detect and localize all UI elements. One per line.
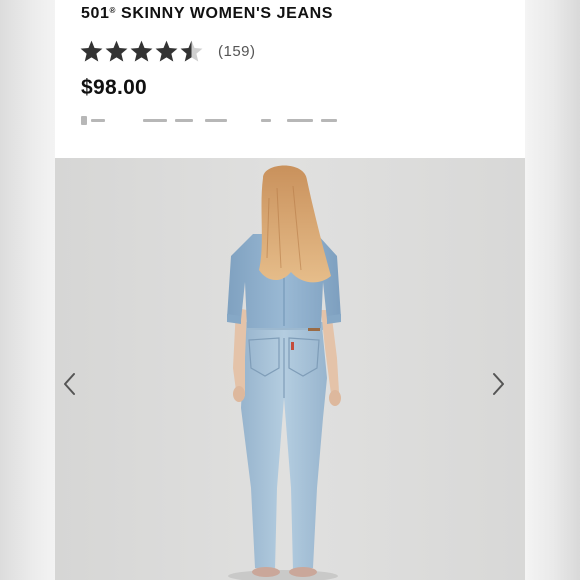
star-icon: [80, 40, 103, 61]
rating[interactable]: (159): [79, 38, 256, 64]
star-icon: [130, 40, 153, 61]
product-card: 501® SKINNY WOMEN'S JEANS (159) $98.00: [55, 0, 525, 580]
chevron-left-icon[interactable]: [61, 372, 79, 396]
left-margin: [0, 0, 55, 580]
product-image[interactable]: [55, 158, 525, 580]
blurred-text-line: [81, 116, 337, 126]
star-icon: [105, 40, 128, 61]
model-photo: [55, 158, 525, 580]
product-title: 501® SKINNY WOMEN'S JEANS: [81, 5, 334, 22]
right-margin: [525, 0, 580, 580]
star-icon: [155, 40, 178, 61]
star-icon: [180, 40, 203, 61]
review-count[interactable]: (159): [218, 43, 256, 60]
chevron-right-icon[interactable]: [489, 372, 507, 396]
rating-stars: [79, 39, 204, 64]
product-price: $98.00: [81, 76, 148, 99]
